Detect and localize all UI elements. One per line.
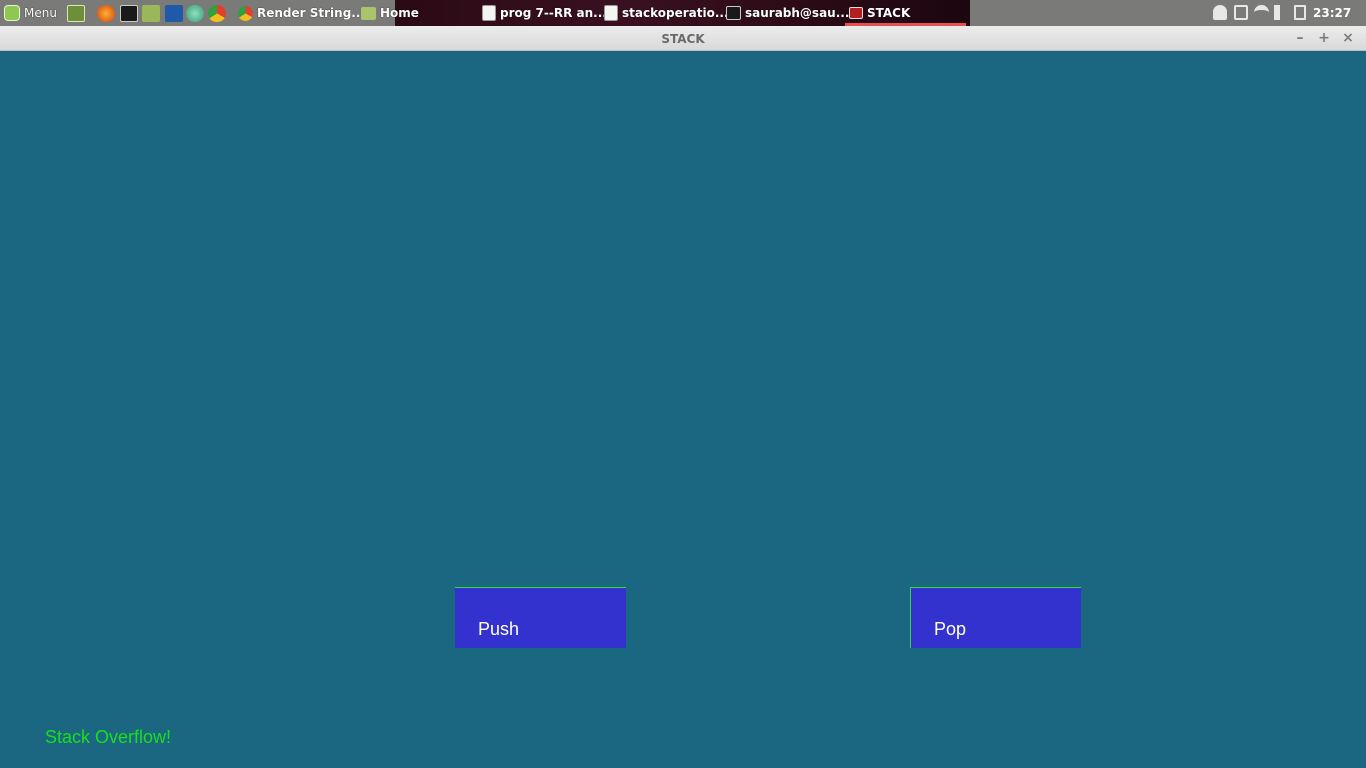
task-label: Home xyxy=(380,6,419,20)
pop-button[interactable]: Pop xyxy=(910,587,1081,648)
java-window-icon xyxy=(849,7,863,19)
text-editor-icon xyxy=(482,5,496,21)
top-panel: Menu Render String... Home prog 7--RR an… xyxy=(0,0,1366,26)
task-home[interactable]: Home xyxy=(361,0,419,26)
task-stackoperation[interactable]: stackoperatio... xyxy=(604,0,729,26)
chrome-icon xyxy=(238,5,253,21)
network-app-icon[interactable] xyxy=(186,5,204,22)
menu-label: Menu xyxy=(24,6,57,20)
battery-icon[interactable] xyxy=(1294,5,1306,20)
task-prog7[interactable]: prog 7--RR an... xyxy=(482,0,607,26)
task-render-string[interactable]: Render String... xyxy=(238,0,365,26)
text-editor-icon xyxy=(604,5,618,21)
minimize-button[interactable]: – xyxy=(1292,26,1308,51)
firefox-icon[interactable] xyxy=(97,5,115,22)
task-terminal[interactable]: saurabh@sau... xyxy=(726,0,849,26)
terminal-icon[interactable] xyxy=(120,5,138,22)
show-desktop-icon[interactable] xyxy=(67,5,85,22)
maximize-button[interactable]: + xyxy=(1316,26,1332,51)
task-label: Render String... xyxy=(257,6,365,20)
pop-label: Pop xyxy=(934,619,967,639)
task-label: stackoperatio... xyxy=(622,6,729,20)
user-icon[interactable] xyxy=(1213,5,1227,20)
files-icon[interactable] xyxy=(142,5,160,22)
ide-icon[interactable] xyxy=(165,5,183,22)
folder-icon xyxy=(361,6,376,20)
task-label: saurabh@sau... xyxy=(745,6,850,20)
push-button[interactable]: Push xyxy=(455,587,626,648)
push-label: Push xyxy=(478,619,520,639)
window-title: STACK xyxy=(661,32,705,46)
wifi-icon[interactable] xyxy=(1254,5,1269,20)
status-message: Stack Overflow! xyxy=(45,727,172,747)
task-label: prog 7--RR an... xyxy=(500,6,607,20)
menu-button[interactable]: Menu xyxy=(4,0,57,26)
chrome-icon[interactable] xyxy=(208,5,226,22)
terminal-icon xyxy=(726,6,741,20)
update-manager-icon[interactable] xyxy=(1234,5,1248,20)
task-label: STACK xyxy=(867,6,911,20)
clock[interactable]: 23:27 xyxy=(1313,0,1351,26)
window-titlebar[interactable]: STACK – + × xyxy=(0,26,1366,51)
close-button[interactable]: × xyxy=(1340,26,1356,51)
stack-canvas xyxy=(0,51,1366,768)
volume-icon[interactable] xyxy=(1274,5,1289,20)
mint-logo-icon xyxy=(4,5,20,21)
